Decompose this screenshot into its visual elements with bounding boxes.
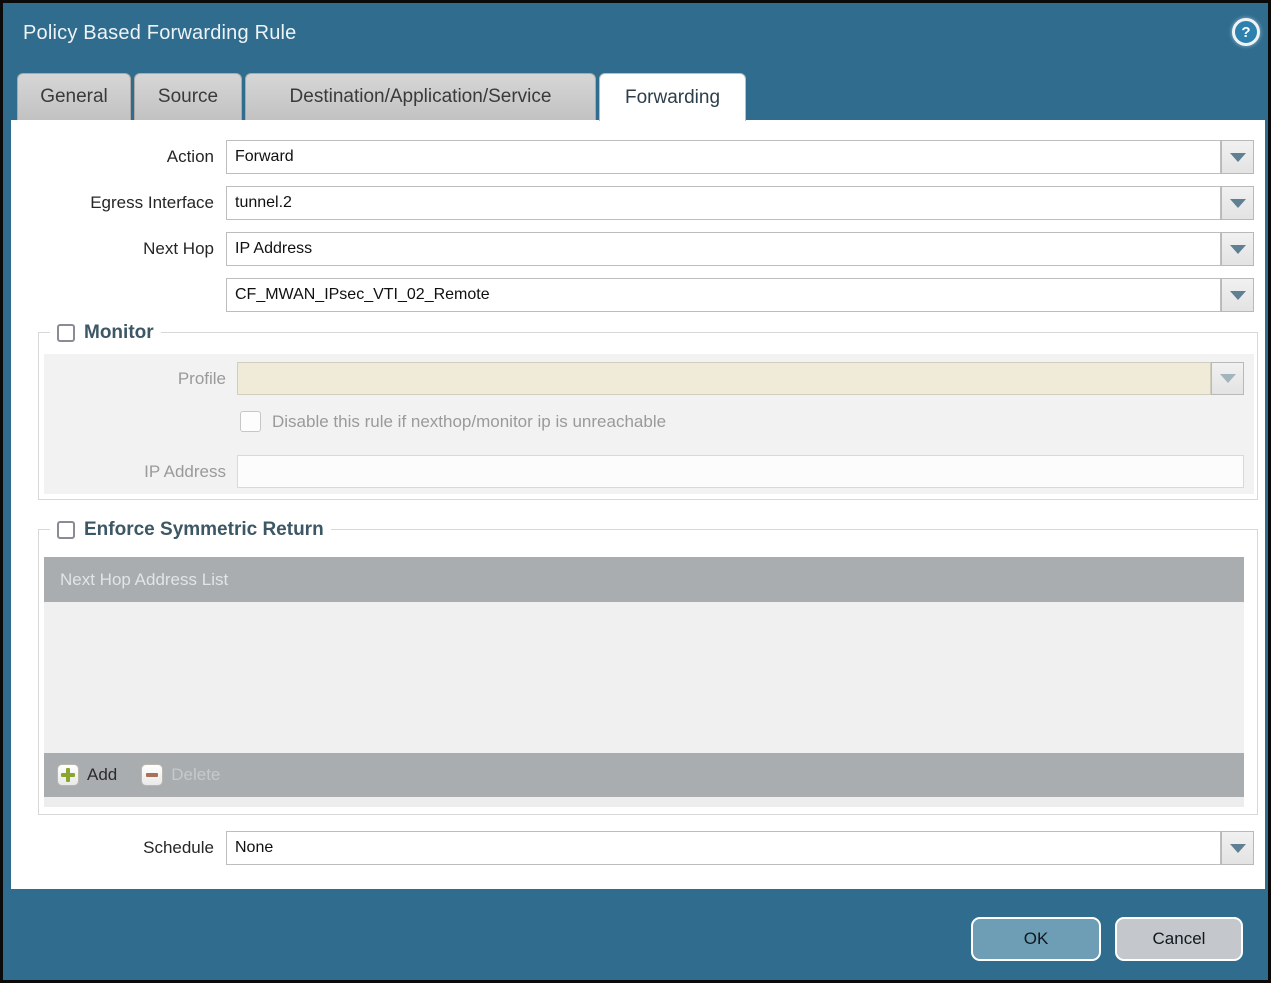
chevron-down-icon — [1230, 245, 1246, 254]
next-hop-type-input[interactable] — [226, 232, 1221, 266]
add-button[interactable]: Add — [57, 764, 117, 786]
chevron-down-icon — [1220, 374, 1236, 383]
page-title: Policy Based Forwarding Rule — [23, 22, 297, 45]
egress-interface-input[interactable] — [226, 186, 1221, 220]
monitor-profile-label: Profile — [39, 362, 226, 395]
action-label: Action — [11, 140, 214, 174]
egress-interface-dropdown-button[interactable] — [1221, 186, 1254, 220]
schedule-input[interactable] — [226, 831, 1221, 865]
chevron-down-icon — [1230, 153, 1246, 162]
next-hop-address-list-table: Next Hop Address List Add Delete — [44, 557, 1244, 807]
next-hop-type-dropdown-button[interactable] — [1221, 232, 1254, 266]
chevron-down-icon — [1230, 199, 1246, 208]
action-dropdown-button[interactable] — [1221, 140, 1254, 174]
add-button-label: Add — [87, 765, 117, 785]
monitor-profile-dropdown-button[interactable] — [1211, 362, 1244, 395]
schedule-dropdown-button[interactable] — [1221, 831, 1254, 865]
symmetric-return-legend-label: Enforce Symmetric Return — [84, 519, 324, 541]
chevron-down-icon — [1230, 844, 1246, 853]
table-body-empty — [44, 602, 1244, 753]
monitor-group: Monitor Profile Disable this rule if nex… — [38, 332, 1258, 500]
question-icon: ? — [1241, 24, 1250, 41]
action-input[interactable] — [226, 140, 1221, 174]
next-hop-address-dropdown-button[interactable] — [1221, 278, 1254, 312]
chevron-down-icon — [1230, 291, 1246, 300]
forwarding-tab-panel: Action Egress Interface Next Hop Monitor — [11, 120, 1265, 889]
monitor-legend: Monitor — [50, 321, 161, 345]
cancel-button[interactable]: Cancel — [1115, 917, 1243, 961]
tab-general[interactable]: General — [17, 73, 131, 120]
help-button[interactable]: ? — [1232, 18, 1260, 46]
monitor-checkbox[interactable] — [57, 324, 75, 342]
table-toolbar: Add Delete — [44, 753, 1244, 797]
plus-icon — [57, 764, 79, 786]
symmetric-return-group: Enforce Symmetric Return Next Hop Addres… — [38, 529, 1258, 815]
ok-button[interactable]: OK — [971, 917, 1101, 961]
delete-button[interactable]: Delete — [141, 764, 220, 786]
tab-source[interactable]: Source — [134, 73, 242, 120]
minus-icon — [141, 764, 163, 786]
tab-destination-application-service[interactable]: Destination/Application/Service — [245, 73, 596, 120]
monitor-legend-label: Monitor — [84, 322, 154, 344]
next-hop-label: Next Hop — [11, 232, 214, 266]
schedule-label: Schedule — [11, 831, 214, 865]
disable-rule-label: Disable this rule if nexthop/monitor ip … — [272, 411, 792, 433]
table-bottom-strip — [44, 797, 1244, 807]
tab-forwarding[interactable]: Forwarding — [599, 73, 746, 121]
monitor-profile-input[interactable] — [237, 362, 1211, 395]
monitor-ip-address-input[interactable] — [237, 455, 1244, 488]
symmetric-return-legend: Enforce Symmetric Return — [50, 518, 331, 542]
delete-button-label: Delete — [171, 765, 220, 785]
symmetric-return-checkbox[interactable] — [57, 521, 75, 539]
pbf-rule-dialog: Policy Based Forwarding Rule ? General S… — [0, 0, 1271, 983]
next-hop-address-input[interactable] — [226, 278, 1221, 312]
table-header-label: Next Hop Address List — [60, 570, 228, 590]
tab-bar: General Source Destination/Application/S… — [17, 73, 749, 120]
monitor-ip-address-label: IP Address — [39, 455, 226, 488]
table-header: Next Hop Address List — [44, 557, 1244, 602]
disable-rule-checkbox[interactable] — [240, 411, 261, 432]
egress-interface-label: Egress Interface — [11, 186, 214, 220]
